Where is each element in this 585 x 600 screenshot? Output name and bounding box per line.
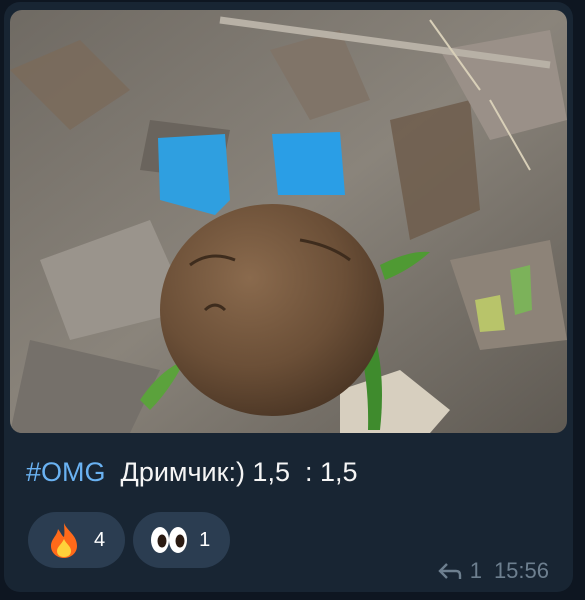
reaction-eyes-count: 1	[199, 528, 211, 551]
reaction-fire-count: 4	[94, 528, 106, 551]
eyes-emoji-icon	[149, 520, 189, 560]
reaction-fire[interactable]: 4	[28, 512, 126, 568]
forward-icon[interactable]	[437, 562, 462, 580]
mushroom-photo	[10, 10, 567, 433]
message-photo[interactable]	[10, 10, 567, 433]
hashtag-link[interactable]: #OMG	[26, 457, 106, 487]
message-text: Дримчик:) 1,5 : 1,5	[120, 457, 358, 487]
reaction-eyes[interactable]: 1	[133, 512, 231, 568]
forward-count: 1	[469, 558, 482, 583]
message-caption: #OMG Дримчик:) 1,5 : 1,5	[26, 457, 358, 488]
message-time: 15:56	[493, 558, 549, 583]
message-bubble[interactable]: #OMG Дримчик:) 1,5 : 1,5 4 1 1 15:56	[4, 2, 573, 592]
message-meta: 1 15:56	[437, 558, 549, 584]
fire-emoji-icon	[44, 520, 84, 560]
reactions-bar: 4 1	[28, 512, 231, 568]
